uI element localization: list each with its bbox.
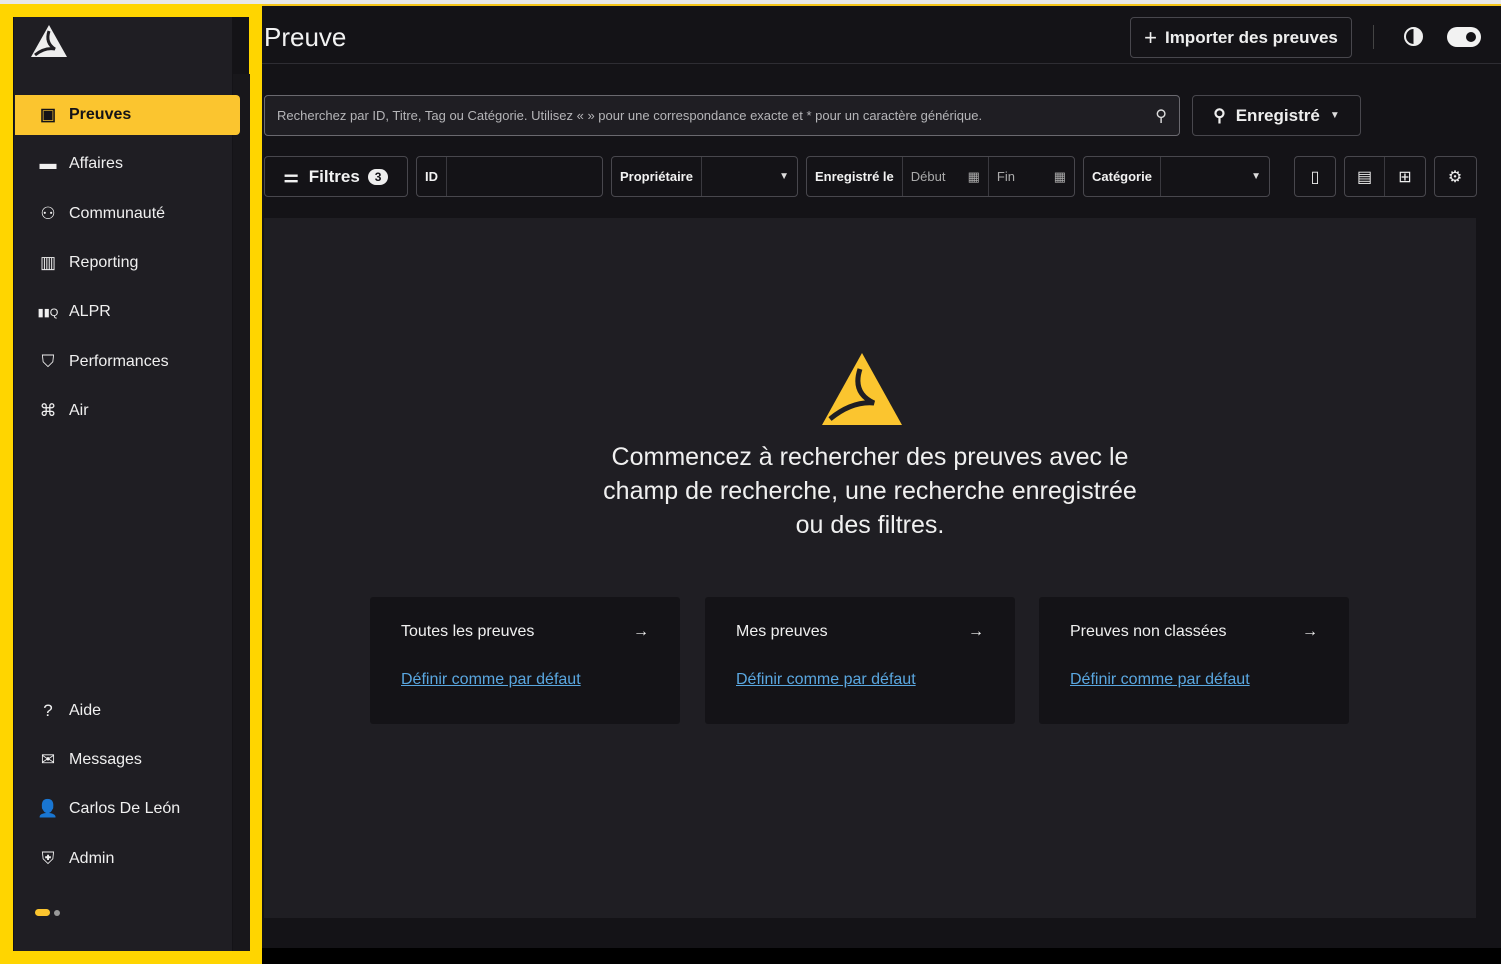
sidebar-item-communaute[interactable]: ⚇ Communauté: [15, 194, 240, 234]
set-default-link[interactable]: Définir comme par défaut: [401, 671, 649, 689]
sidebar-item-messages[interactable]: ✉ Messages: [15, 740, 240, 780]
empty-state-message: Commencez à rechercher des preuves avec …: [603, 443, 1137, 539]
mail-icon: ✉: [40, 750, 56, 769]
saved-label: Enregistré: [1235, 105, 1320, 125]
recorded-label: Enregistré le: [807, 157, 903, 196]
nav-label: Preuves: [69, 106, 132, 123]
card-title: Toutes les preuves: [401, 623, 535, 640]
contrast-icon[interactable]: [1404, 27, 1423, 46]
arrow-right-icon[interactable]: →: [1302, 623, 1318, 641]
theme-toggle[interactable]: [1447, 27, 1481, 47]
card-title: Preuves non classées: [1070, 623, 1227, 640]
calendar-icon[interactable]: ▦: [968, 169, 980, 185]
folder-icon: ▬: [39, 154, 57, 173]
map-icon[interactable]: ▯: [1295, 157, 1335, 196]
shield-chart-icon: ⛉: [41, 352, 55, 371]
quick-search-card[interactable]: Preuves non classées → Définir comme par d…: [1039, 597, 1349, 724]
empty-state-logo: [822, 353, 902, 425]
sidebar-item-performances[interactable]: ⛉ Performances: [15, 342, 240, 382]
drone-icon: ⌘: [39, 401, 57, 420]
map-view-button[interactable]: ▯: [1294, 156, 1336, 197]
page-title: Preuve: [264, 22, 347, 52]
app-logo[interactable]: [29, 23, 69, 59]
id-input[interactable]: [447, 157, 602, 196]
nav-label: Aide: [69, 702, 102, 719]
category-filter[interactable]: Catégorie ▼: [1083, 156, 1270, 197]
nav-label: Performances: [69, 353, 169, 370]
nav-label: Affaires: [69, 155, 123, 172]
calendar-icon[interactable]: ▦: [1054, 169, 1066, 185]
sidebar-item-reporting[interactable]: ▥ Reporting: [15, 243, 240, 283]
grid-view-icon[interactable]: ⊞: [1385, 157, 1425, 196]
filters-label: Filtres: [308, 166, 360, 186]
settings-button[interactable]: ⚙: [1434, 156, 1477, 197]
nav-label: Admin: [69, 850, 115, 867]
zoom-search-icon: ⚲: [1213, 105, 1226, 125]
status-indicator: [35, 909, 60, 916]
sidebar-item-alpr[interactable]: ▮▮Q ALPR: [15, 292, 240, 332]
plus-icon: +: [1144, 24, 1157, 50]
owner-select[interactable]: ▼: [702, 157, 797, 196]
help-icon: ?: [43, 701, 53, 720]
id-filter[interactable]: ID: [416, 156, 603, 197]
set-default-link[interactable]: Définir comme par défaut: [1070, 671, 1318, 689]
filter-count-badge: 3: [367, 168, 389, 185]
arrow-right-icon[interactable]: →: [968, 623, 984, 641]
sidebar: ▣ Preuves ▬ Affaires ⚇ Communauté ▥ Reportin…: [14, 17, 250, 951]
chevron-down-icon: ▼: [1329, 110, 1340, 121]
nav-label: Carlos De León: [69, 800, 181, 817]
search-placeholder: Recherchez par ID, Titre, Tag ou Catégor…: [277, 108, 983, 123]
category-label: Catégorie: [1084, 157, 1161, 196]
nav-label: Messages: [69, 751, 142, 768]
quick-search-card[interactable]: Toutes les preuves → Définir comme par déf…: [370, 597, 680, 724]
sidebar-item-aide[interactable]: ? Aide: [15, 691, 240, 731]
nav-label: ALPR: [69, 303, 111, 320]
search-icon[interactable]: ⚲: [1155, 106, 1167, 126]
card-title: Mes preuves: [736, 623, 828, 640]
evidence-icon: ▣: [39, 105, 57, 124]
saved-search-dropdown[interactable]: ⚲ Enregistré ▼: [1192, 95, 1361, 136]
id-label: ID: [417, 157, 447, 196]
sidebar-highlight-frame: ▣ Preuves ▬ Affaires ⚇ Communauté ▥ Reportin…: [0, 4, 262, 964]
search-input[interactable]: Recherchez par ID, Titre, Tag ou Catégor…: [264, 95, 1180, 136]
nav-label: Communauté: [69, 205, 166, 222]
import-evidence-button[interactable]: + Importer des preuves: [1130, 17, 1352, 58]
owner-label: Propriétaire: [612, 157, 702, 196]
sidebar-item-admin[interactable]: ⛨ Admin: [15, 839, 240, 879]
sidebar-item-profile[interactable]: 👤 Carlos De León: [15, 789, 240, 829]
quick-search-card[interactable]: Mes preuves → Définir comme par défaut: [705, 597, 1015, 724]
start-date-input[interactable]: Début ▦: [903, 157, 989, 196]
nav-label: Reporting: [69, 254, 139, 271]
plate-search-icon: ▮▮Q: [37, 306, 59, 319]
filters-button[interactable]: ⚌ Filtres 3: [264, 156, 408, 197]
sidebar-item-air[interactable]: ⌘ Air: [15, 391, 240, 431]
admin-shield-icon: ⛨: [41, 849, 55, 868]
recorded-date-filter[interactable]: Enregistré le Début ▦ Fin ▦: [806, 156, 1075, 197]
end-placeholder: Fin: [996, 169, 1015, 184]
chevron-down-icon: ▼: [779, 171, 789, 182]
import-label: Importer des preuves: [1164, 27, 1338, 47]
header-divider: [231, 63, 1501, 64]
results-panel: Commencez à rechercher des preuves avec …: [264, 218, 1476, 918]
sidebar-item-preuves[interactable]: ▣ Preuves: [15, 95, 240, 135]
nav-label: Air: [69, 402, 89, 419]
gear-icon[interactable]: ⚙: [1435, 157, 1475, 196]
owner-filter[interactable]: Propriétaire ▼: [611, 156, 798, 197]
arrow-right-icon[interactable]: →: [633, 623, 649, 641]
sidebar-item-affaires[interactable]: ▬ Affaires: [15, 144, 240, 184]
community-icon: ⚇: [40, 204, 56, 223]
user-badge-icon: 👤: [37, 799, 59, 818]
start-placeholder: Début: [910, 169, 946, 184]
table-view-icon[interactable]: ▤: [1345, 157, 1385, 196]
view-switcher[interactable]: ▤ ⊞: [1344, 156, 1426, 197]
sliders-icon: ⚌: [283, 166, 299, 186]
chevron-down-icon: ▼: [1251, 171, 1261, 182]
category-select[interactable]: ▼: [1161, 157, 1269, 196]
set-default-link[interactable]: Définir comme par défaut: [736, 671, 984, 689]
header-separator: [1373, 25, 1374, 49]
end-date-input[interactable]: Fin ▦: [989, 157, 1074, 196]
chart-icon: ▥: [39, 253, 57, 272]
